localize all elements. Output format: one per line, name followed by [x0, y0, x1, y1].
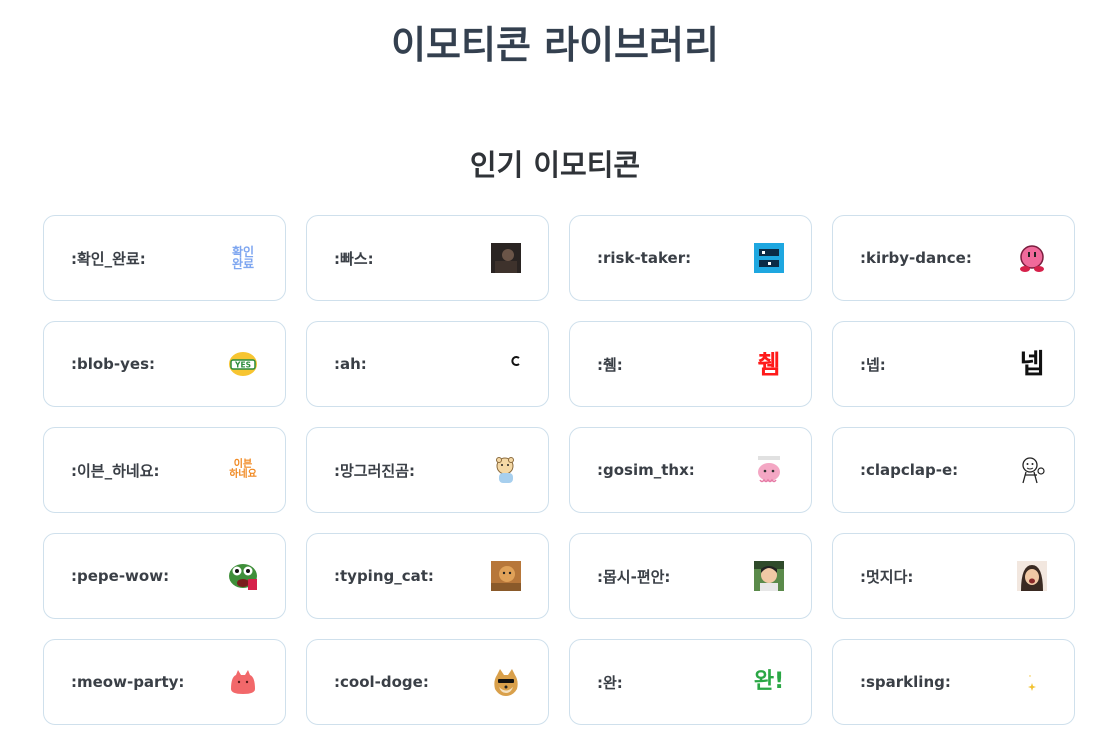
emoticon-label: :kirby-dance: — [860, 249, 972, 267]
emoticon-card[interactable]: :완: 완! — [569, 639, 812, 725]
emoticon-card[interactable]: :meow-party: — [43, 639, 286, 725]
emoticon-card[interactable]: :췜: 췜 — [569, 321, 812, 407]
emoticon-card[interactable]: :ah: — [306, 321, 549, 407]
small-c-mark-icon — [491, 349, 521, 379]
emoticon-label: :sparkling: — [860, 673, 951, 691]
emoticon-label: :typing_cat: — [334, 567, 434, 585]
cool-person-photo-icon — [1017, 561, 1047, 591]
emoticon-grid: :확인_완료: 확인 완료 :빠스: :risk-taker: :kirby-da… — [43, 215, 1075, 725]
emoticon-card[interactable]: :망그러진곰: — [306, 427, 549, 513]
emoticon-card[interactable]: :멋지다: — [832, 533, 1075, 619]
confirm-done-text-icon: 확인 완료 — [231, 245, 255, 271]
pepe-frog-icon — [228, 561, 258, 591]
page-title: 이모티콘 라이브러리 — [391, 23, 719, 67]
emoticon-card[interactable]: :넵: 넵 — [832, 321, 1075, 407]
chwem-text-icon: 췜 — [757, 349, 781, 379]
emoticon-label: :meow-party: — [71, 673, 185, 691]
sparkle-icon — [1017, 667, 1047, 697]
emoticon-card[interactable]: :이븐_하네요: 이븐 하네요 — [43, 427, 286, 513]
doge-sunglasses-icon — [491, 667, 521, 697]
clapping-doodle-icon — [1017, 455, 1047, 485]
pink-cat-blob-icon — [228, 667, 258, 697]
emoticon-label: :blob-yes: — [71, 355, 156, 373]
section-title-popular: 인기 이모티콘 — [469, 148, 641, 182]
emoticon-card[interactable]: :clapclap-e: — [832, 427, 1075, 513]
dark-photo-icon — [491, 243, 521, 273]
emoticon-label: :cool-doge: — [334, 673, 429, 691]
emoticon-label: :망그러진곰: — [334, 461, 415, 480]
emoticon-label: :clapclap-e: — [860, 461, 959, 479]
broken-bear-icon — [491, 455, 521, 485]
emoticon-card[interactable]: :빠스: — [306, 215, 549, 301]
emoticon-card[interactable]: :pepe-wow: — [43, 533, 286, 619]
emoticon-label: :완: — [597, 673, 623, 692]
kirby-icon — [1017, 243, 1047, 273]
typing-cat-photo-icon — [491, 561, 521, 591]
emoticon-label: :pepe-wow: — [71, 567, 170, 585]
emoticon-card[interactable]: :cool-doge: — [306, 639, 549, 725]
pink-octopus-icon — [754, 455, 784, 485]
emoticon-label: :넵: — [860, 355, 886, 374]
blob-yes-icon: YES — [228, 349, 258, 379]
wan-text-icon: 완! — [753, 669, 785, 694]
emoticon-label: :ah: — [334, 355, 367, 373]
even-text-icon: 이븐 하네요 — [229, 459, 257, 480]
emoticon-label: :risk-taker: — [597, 249, 692, 267]
emoticon-card[interactable]: :blob-yes: YES — [43, 321, 286, 407]
emoticon-card[interactable]: :risk-taker: — [569, 215, 812, 301]
emoticon-card[interactable]: :gosim_thx: — [569, 427, 812, 513]
emoticon-label: :췜: — [597, 355, 623, 374]
emoticon-card[interactable]: :typing_cat: — [306, 533, 549, 619]
emoticon-card[interactable]: :확인_완료: 확인 완료 — [43, 215, 286, 301]
emoticon-label: :몹시-편안: — [597, 567, 671, 586]
emoticon-label: :멋지다: — [860, 567, 914, 586]
emoticon-card[interactable]: :sparkling: — [832, 639, 1075, 725]
emoticon-card[interactable]: :kirby-dance: — [832, 215, 1075, 301]
risk-taker-badge-icon — [754, 243, 784, 273]
svg-text:YES: YES — [234, 361, 251, 370]
comfy-person-photo-icon — [754, 561, 784, 591]
nep-text-icon: 넵 — [1019, 348, 1045, 380]
emoticon-label: :확인_완료: — [71, 249, 146, 268]
emoticon-label: :빠스: — [334, 249, 374, 268]
emoticon-label: :gosim_thx: — [597, 461, 695, 479]
emoticon-label: :이븐_하네요: — [71, 461, 160, 480]
emoticon-card[interactable]: :몹시-편안: — [569, 533, 812, 619]
